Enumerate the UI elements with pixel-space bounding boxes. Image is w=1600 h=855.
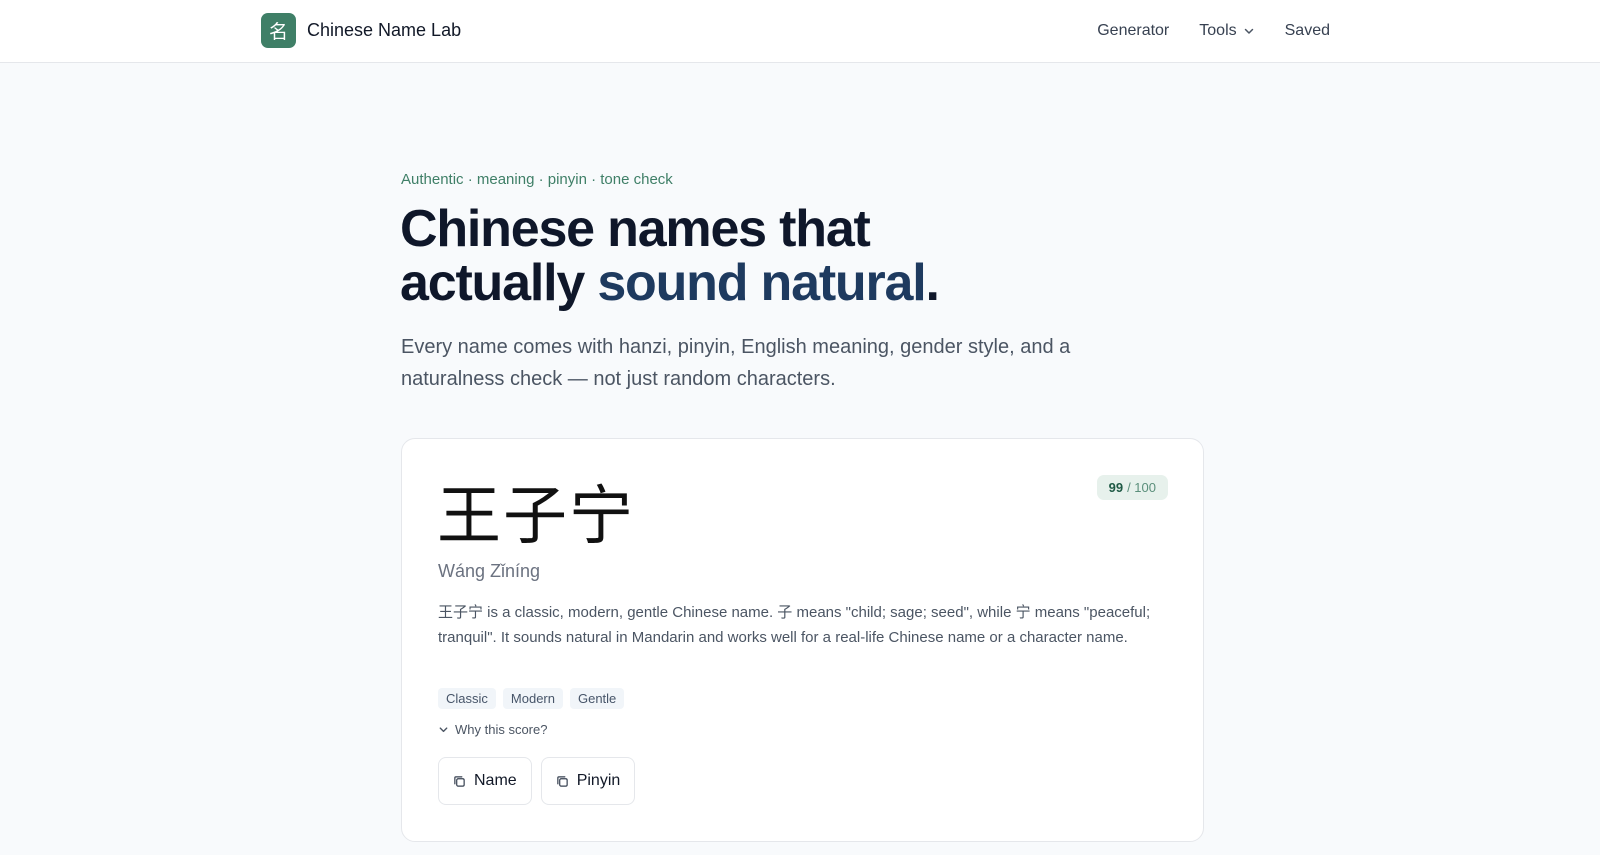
tag-modern: Modern [502,688,563,709]
name-result-card: 99 / 100 王子宁 Wáng Zǐníng 王子宁 is a classi… [401,438,1204,842]
copy-actions: Name Pinyin [438,757,636,805]
hero-eyebrow: Authentic · meaning · pinyin · tone chec… [401,171,673,188]
nav-tools-label: Tools [1199,22,1237,39]
brand-link[interactable]: 名 Chinese Name Lab [261,13,461,48]
score-badge: 99 / 100 [1096,475,1168,500]
chevron-down-icon [1244,28,1253,34]
copy-name-label: Name [474,772,517,789]
headline-line-2-prefix: actually [400,254,598,312]
name-pinyin: Wáng Zǐníng [438,561,541,581]
score-max: / 100 [1127,480,1156,495]
nav-tools-dropdown[interactable]: Tools [1199,22,1254,40]
headline-accent: sound natural [597,254,926,312]
main-nav: Generator Tools Saved [1097,0,1330,62]
top-header: 名 Chinese Name Lab Generator Tools Saved [0,0,1600,63]
copy-pinyin-label: Pinyin [576,772,621,789]
name-hanzi: 王子宁 [437,480,635,554]
style-tags: Classic Modern Gentle [438,688,625,709]
copy-icon [454,775,465,787]
nav-saved[interactable]: Saved [1285,22,1330,40]
why-score-label: Why this score? [455,722,548,737]
chevron-down-icon [439,727,448,733]
copy-name-button[interactable]: Name [438,757,532,805]
tag-gentle: Gentle [569,688,625,709]
headline-line-1: Chinese names that [400,200,871,258]
tag-classic: Classic [438,688,496,709]
hero-headline: Chinese names that actually sound natura… [400,202,1160,310]
brand-name: Chinese Name Lab [307,20,462,40]
hero-lede: Every name comes with hanzi, pinyin, Eng… [401,336,1071,390]
copy-icon [556,775,568,787]
headline-period: . [925,254,940,312]
nav-generator[interactable]: Generator [1097,22,1169,40]
score-value: 99 [1108,480,1124,495]
copy-pinyin-button[interactable]: Pinyin [540,757,636,805]
brand-logo: 名 [261,13,296,48]
name-description: 王子宁 is a classic, modern, gentle Chinese… [438,604,1151,646]
why-score-toggle[interactable]: Why this score? [438,722,547,737]
